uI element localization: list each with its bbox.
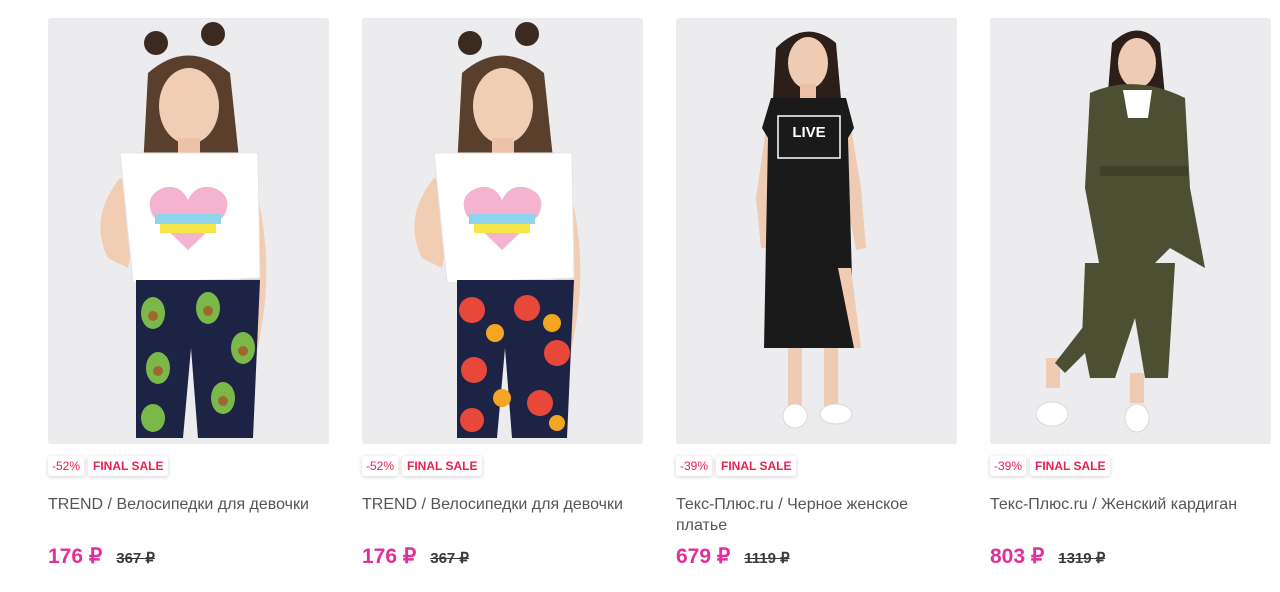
old-price: 1119 ₽ [744,550,790,567]
discount-badge: -39% [676,456,713,476]
current-price: 176 ₽ [362,545,417,568]
final-sale-badge: FINAL SALE [402,456,483,476]
old-price: 1319 ₽ [1058,550,1106,567]
price-row: 679 ₽ 1119 ₽ [676,544,790,569]
product-card[interactable]: LIVE -39% FINAL SALE Текс-Плюс.ru / Черн… [676,18,957,578]
product-title[interactable]: Текс-Плюс.ru / Женский кардиган [990,494,1273,515]
product-image[interactable]: LIVE [676,18,957,444]
product-photo-woman-black-dress: LIVE [676,18,957,444]
current-price: 176 ₽ [48,545,103,568]
badge-row: -52% FINAL SALE [362,456,483,478]
product-card[interactable]: -52% FINAL SALE TREND / Велосипедки для … [362,18,643,578]
product-image[interactable] [362,18,643,444]
discount-badge: -52% [362,456,399,476]
discount-badge: -52% [48,456,85,476]
product-title[interactable]: Текс-Плюс.ru / Черное женское платье [676,494,959,536]
discount-badge: -39% [990,456,1027,476]
product-title[interactable]: TREND / Велосипедки для девочки [48,494,331,515]
price-row: 176 ₽ 367 ₽ [48,544,155,569]
product-card[interactable]: -39% FINAL SALE Текс-Плюс.ru / Женский к… [990,18,1271,578]
badge-row: -52% FINAL SALE [48,456,169,478]
product-title[interactable]: TREND / Велосипедки для девочки [362,494,645,515]
product-image[interactable] [990,18,1271,444]
product-photo-girl-peach [362,18,643,444]
product-image[interactable] [48,18,329,444]
product-photo-woman-khaki-cardigan [990,18,1271,444]
final-sale-badge: FINAL SALE [1030,456,1111,476]
old-price: 367 ₽ [116,550,155,567]
product-card[interactable]: -52% FINAL SALE TREND / Велосипедки для … [48,18,329,578]
price-row: 803 ₽ 1319 ₽ [990,544,1105,569]
badge-row: -39% FINAL SALE [676,456,797,478]
product-grid: -52% FINAL SALE TREND / Велосипедки для … [0,0,1280,592]
product-photo-girl-avocado [48,18,329,444]
current-price: 803 ₽ [990,545,1045,568]
price-row: 176 ₽ 367 ₽ [362,544,469,569]
final-sale-badge: FINAL SALE [716,456,797,476]
dress-print-text: LIVE [792,124,825,141]
badge-row: -39% FINAL SALE [990,456,1111,478]
current-price: 679 ₽ [676,545,731,568]
final-sale-badge: FINAL SALE [88,456,169,476]
old-price: 367 ₽ [430,550,469,567]
